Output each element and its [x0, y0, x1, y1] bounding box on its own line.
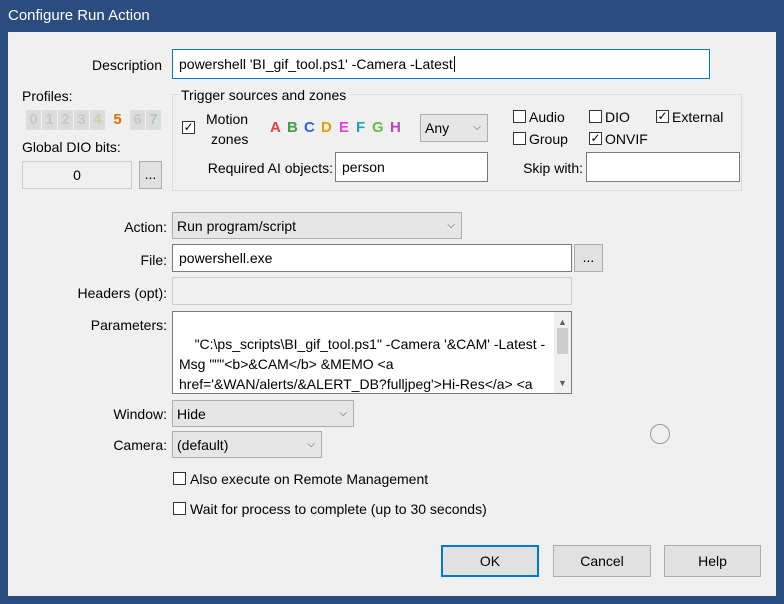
profile-7[interactable]: 7 [146, 110, 161, 130]
zone-f[interactable]: F [356, 119, 365, 137]
description-label: Description [91, 57, 162, 73]
required-ai-label: Required AI objects: [207, 160, 333, 176]
file-label: File: [140, 252, 167, 268]
zone-h[interactable]: H [390, 119, 401, 137]
global-dio-label: Global DIO bits: [22, 139, 121, 155]
chevron-down-icon: ⌵ [307, 439, 315, 450]
external-label: External [672, 109, 724, 125]
wait-process-checkbox[interactable] [173, 502, 186, 515]
dio-checkbox[interactable] [589, 110, 602, 123]
action-value: Run program/script [177, 218, 297, 234]
zone-a[interactable]: A [270, 119, 281, 137]
skip-with-label: Skip with: [523, 160, 583, 176]
chevron-down-icon: ⌵ [339, 408, 347, 419]
zone-g[interactable]: G [372, 119, 384, 137]
trigger-group-title: Trigger sources and zones [178, 86, 350, 104]
headers-input[interactable] [172, 277, 572, 305]
external-checkbox[interactable]: ✓ [656, 110, 669, 123]
zone-c[interactable]: C [304, 119, 315, 137]
dio-label: DIO [605, 109, 630, 125]
window-title: Configure Run Action [8, 7, 150, 24]
cancel-button[interactable]: Cancel [553, 545, 651, 577]
parameters-value: "C:\ps_scripts\BI_gif_tool.ps1" -Camera … [179, 336, 546, 392]
chevron-down-icon: ⌵ [473, 122, 481, 133]
profile-4[interactable]: 4 [90, 110, 105, 130]
profile-2[interactable]: 2 [58, 110, 73, 130]
zone-b[interactable]: B [287, 119, 298, 137]
action-dropdown[interactable]: Run program/script ⌵ [172, 212, 462, 239]
parameters-textarea[interactable]: "C:\ps_scripts\BI_gif_tool.ps1" -Camera … [172, 311, 572, 394]
camera-label: Camera: [113, 437, 167, 453]
also-execute-checkbox[interactable] [173, 472, 186, 485]
description-input[interactable]: powershell 'BI_gif_tool.ps1' -Camera -La… [172, 49, 710, 79]
chevron-down-icon: ⌵ [447, 220, 455, 231]
motion-zones-checkbox[interactable]: ✓ [182, 121, 195, 134]
camera-value: (default) [177, 437, 229, 453]
group-checkbox[interactable] [513, 132, 526, 145]
action-label: Action: [124, 219, 167, 235]
file-browse-button[interactable]: ... [574, 244, 603, 272]
parameters-scrollbar[interactable]: ▲ ▼ [554, 312, 571, 393]
global-dio-browse-button[interactable]: ... [139, 161, 162, 189]
file-input[interactable]: powershell.exe [172, 244, 572, 272]
window-label: Window: [113, 406, 167, 422]
profile-1[interactable]: 1 [42, 110, 57, 130]
ok-button[interactable]: OK [441, 545, 539, 577]
motion-zones-label-1: Motion [206, 111, 249, 127]
global-dio-field[interactable]: 0 [22, 161, 132, 189]
profile-5[interactable]: 5 [110, 110, 125, 130]
profile-6[interactable]: 6 [130, 110, 145, 130]
zone-d[interactable]: D [321, 119, 332, 137]
scroll-down-icon[interactable]: ▼ [554, 373, 571, 393]
profiles-selector[interactable]: 0 1 2 3 4 5 6 7 [26, 110, 166, 132]
audio-label: Audio [529, 109, 565, 125]
zone-mode-value: Any [425, 120, 450, 136]
status-indicator-icon [650, 424, 670, 444]
skip-with-input[interactable] [586, 152, 740, 182]
onvif-checkbox[interactable]: ✓ [589, 132, 602, 145]
motion-zones-label-2: zones [211, 131, 249, 147]
description-value: powershell 'BI_gif_tool.ps1' -Camera -La… [179, 56, 453, 72]
profile-3[interactable]: 3 [74, 110, 89, 130]
help-button[interactable]: Help [664, 545, 761, 577]
window-dropdown[interactable]: Hide ⌵ [172, 400, 354, 427]
parameters-label: Parameters: [90, 317, 167, 333]
also-execute-label: Also execute on Remote Management [190, 471, 429, 487]
group-label: Group [529, 131, 568, 147]
scrollbar-thumb[interactable] [557, 328, 568, 354]
required-ai-input[interactable]: person [335, 152, 488, 182]
dialog-client: Description powershell 'BI_gif_tool.ps1'… [8, 32, 776, 596]
zone-mode-dropdown[interactable]: Any ⌵ [420, 114, 488, 142]
headers-label: Headers (opt): [77, 285, 167, 301]
audio-checkbox[interactable] [513, 110, 526, 123]
wait-process-label: Wait for process to complete (up to 30 s… [190, 501, 487, 517]
profile-0[interactable]: 0 [26, 110, 41, 130]
window-value: Hide [177, 406, 206, 422]
profiles-label: Profiles: [22, 88, 73, 104]
title-bar: Configure Run Action [0, 0, 784, 32]
camera-dropdown[interactable]: (default) ⌵ [172, 431, 322, 458]
zone-e[interactable]: E [339, 119, 349, 137]
onvif-label: ONVIF [605, 131, 648, 147]
zone-selector[interactable]: A B C D E F G H [270, 119, 410, 139]
